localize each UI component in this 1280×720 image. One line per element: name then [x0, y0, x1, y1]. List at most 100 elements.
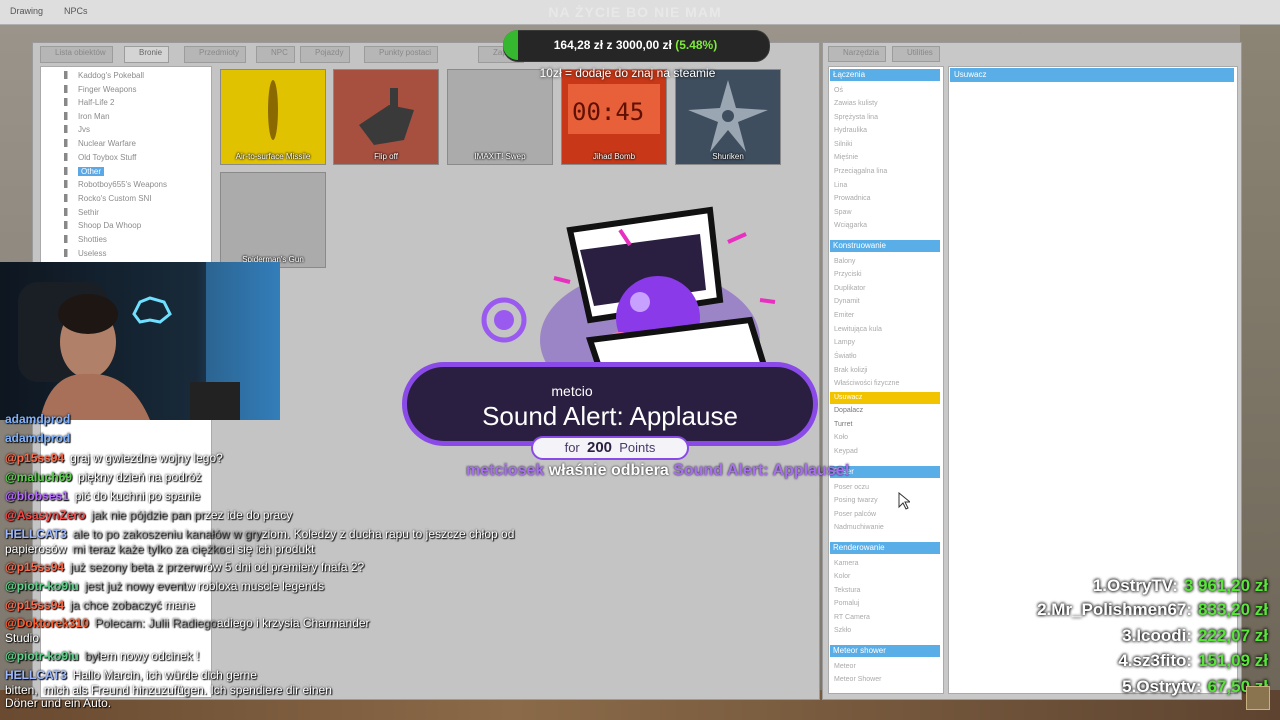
tree-item[interactable]: Sethir: [64, 207, 99, 218]
tab-character-points[interactable]: Punkty postaci: [364, 46, 439, 63]
tree-item[interactable]: Jvs: [64, 124, 90, 135]
tool-item[interactable]: Przyciski: [834, 270, 862, 280]
tab-object-list[interactable]: Lista obiektów: [40, 46, 113, 63]
tool-item[interactable]: Meteor Shower: [834, 675, 881, 685]
tool-item[interactable]: Oś: [834, 86, 843, 96]
tool-item[interactable]: Spaw: [834, 208, 852, 218]
tool-item[interactable]: Balony: [834, 257, 855, 267]
tool-item[interactable]: Mięśnie: [834, 153, 858, 163]
tab-vehicles[interactable]: Pojazdy: [300, 46, 351, 63]
leaderboard-entry: 3.Icoodi: 222,07 zł: [1122, 626, 1268, 646]
tree-item[interactable]: Half-Life 2: [64, 97, 114, 108]
tool-item[interactable]: Kolor: [834, 572, 850, 582]
tool-item[interactable]: Lampy: [834, 338, 855, 348]
chat-username[interactable]: @p15ss94: [5, 560, 64, 574]
tab-npc[interactable]: NPC: [256, 46, 295, 63]
weapon-icon: [64, 112, 73, 120]
tool-item[interactable]: Światło: [834, 352, 857, 362]
chat-username[interactable]: @AsasynZero: [5, 508, 85, 522]
chat-message: @p15ss94 ja chce zobaczyć mane: [5, 598, 195, 612]
tree-item[interactable]: Kaddog's Pokeball: [64, 70, 144, 81]
tool-item[interactable]: Kamera: [834, 559, 859, 569]
chat-username[interactable]: @blobses1: [5, 489, 69, 503]
weapon-icon: [64, 153, 73, 161]
chat-username: papierosów: [5, 542, 67, 556]
tree-item[interactable]: Useless: [64, 248, 106, 259]
card-label: Air-to-surface Missile: [235, 152, 311, 161]
chat-message: @p15ss94 graj w gwiezdne wojny lego?: [5, 451, 223, 465]
chat-text: był: [84, 649, 101, 663]
chat-username[interactable]: @p15ss94: [5, 598, 64, 612]
tree-item[interactable]: Nuclear Warfare: [64, 138, 136, 149]
tree-item-selected[interactable]: Other: [64, 166, 105, 177]
tree-item[interactable]: Robotboy655's Weapons: [64, 179, 167, 190]
tree-item[interactable]: Shotties: [64, 234, 107, 245]
tool-item[interactable]: RT Camera: [834, 613, 870, 623]
weapon-card-imaxit[interactable]: IMAXIT! Swep: [447, 69, 553, 165]
tool-item[interactable]: Szkło: [834, 626, 851, 636]
tool-item[interactable]: Posing twarzy: [834, 496, 878, 506]
weapon-card-missile[interactable]: Air-to-surface Missile: [220, 69, 326, 165]
chat-message: Döner und ein Auto.: [5, 696, 111, 710]
tool-item[interactable]: Keypad: [834, 447, 858, 457]
weapon-card-shuriken[interactable]: Shuriken: [675, 69, 781, 165]
tool-item[interactable]: Lina: [834, 181, 847, 191]
tab-tools[interactable]: Narzędzia: [828, 46, 887, 62]
weapon-card-spiderman-gun[interactable]: Spiderman's Gun: [220, 172, 326, 268]
tool-item[interactable]: Tekstura: [834, 586, 860, 596]
weapon-card-jihad-bomb[interactable]: 00:45 Jihad Bomb: [561, 69, 667, 165]
tool-item[interactable]: Brak kolizji: [834, 366, 867, 376]
alert-cost-badge: for 200 Points: [531, 436, 689, 460]
chat-username[interactable]: @piotr-ko9iu: [5, 579, 79, 593]
tab-items[interactable]: Przedmioty: [184, 46, 247, 63]
tool-item[interactable]: Meteor: [834, 662, 856, 672]
tool-item[interactable]: Poser oczu: [834, 483, 869, 493]
tree-item[interactable]: Finger Weapons: [64, 84, 137, 95]
chat-username[interactable]: adamdprod: [5, 412, 70, 426]
leaderboard-name: sz3fito:: [1132, 651, 1193, 670]
tool-item[interactable]: Dynamit: [834, 297, 860, 307]
tool-section-header[interactable]: Meteor shower: [830, 645, 940, 657]
tool-item[interactable]: Poser palców: [834, 510, 876, 520]
chat-username[interactable]: @maluch69: [5, 470, 72, 484]
tree-item[interactable]: Iron Man: [64, 111, 110, 122]
tool-section-header[interactable]: Łączenia: [830, 69, 940, 81]
tree-item[interactable]: Rocko's Custom SNI: [64, 193, 152, 204]
tool-item[interactable]: Zawias kulisty: [834, 99, 878, 109]
tool-item[interactable]: Duplikator: [834, 284, 866, 294]
tab-utilities[interactable]: Utilities: [892, 46, 940, 62]
tool-item[interactable]: Wciągarka: [834, 221, 867, 231]
tool-item[interactable]: Silniki: [834, 140, 852, 150]
tree-item[interactable]: Shoop Da Whoop: [64, 220, 141, 231]
tool-item[interactable]: Emiter: [834, 311, 854, 321]
bomb-timer-display: 00:45: [572, 98, 645, 126]
tool-item[interactable]: Hydraulika: [834, 126, 867, 136]
tool-item[interactable]: Pomaluj: [834, 599, 859, 609]
tab-weapons[interactable]: Bronie: [124, 46, 170, 63]
chat-username[interactable]: HELLCAT3: [5, 527, 67, 541]
chat-text-visible: em nowy odcinek !: [100, 649, 200, 663]
chat-username[interactable]: adamdprod: [5, 431, 70, 445]
tool-item[interactable]: Lewitująca kula: [834, 325, 882, 335]
tool-item[interactable]: Właściwości fizyczne: [834, 379, 899, 389]
tool-item[interactable]: Turret: [834, 420, 852, 430]
tree-item[interactable]: Old Toybox Stuff: [64, 152, 136, 163]
tool-item[interactable]: Przeciągalna lina: [834, 167, 887, 177]
chat-username[interactable]: @p15ss94: [5, 451, 64, 465]
alert-caption-user: metciosek: [466, 462, 545, 479]
chat-username[interactable]: @Doktorek310: [5, 616, 89, 630]
weapon-icon: [64, 98, 73, 106]
chat-text: jak nie pójdzie pan pr: [91, 508, 205, 522]
tool-item[interactable]: Nadmuchiwanie: [834, 523, 884, 533]
tool-section-header[interactable]: Renderowanie: [830, 542, 940, 554]
tool-item[interactable]: Dopalacz: [834, 406, 863, 416]
tool-item[interactable]: Prowadnica: [834, 194, 871, 204]
tool-item-selected[interactable]: Usuwacz: [830, 392, 940, 404]
tool-item[interactable]: Sprężysta lina: [834, 113, 878, 123]
weapon-card-flipoff[interactable]: Flip off: [333, 69, 439, 165]
tool-item[interactable]: Koło: [834, 433, 848, 443]
tool-section-header[interactable]: Konstruowanie: [830, 240, 940, 252]
chat-username[interactable]: HELLCAT3: [5, 668, 67, 682]
chat-username[interactable]: @piotr-ko9iu: [5, 649, 79, 663]
hand-icon: [334, 70, 438, 164]
